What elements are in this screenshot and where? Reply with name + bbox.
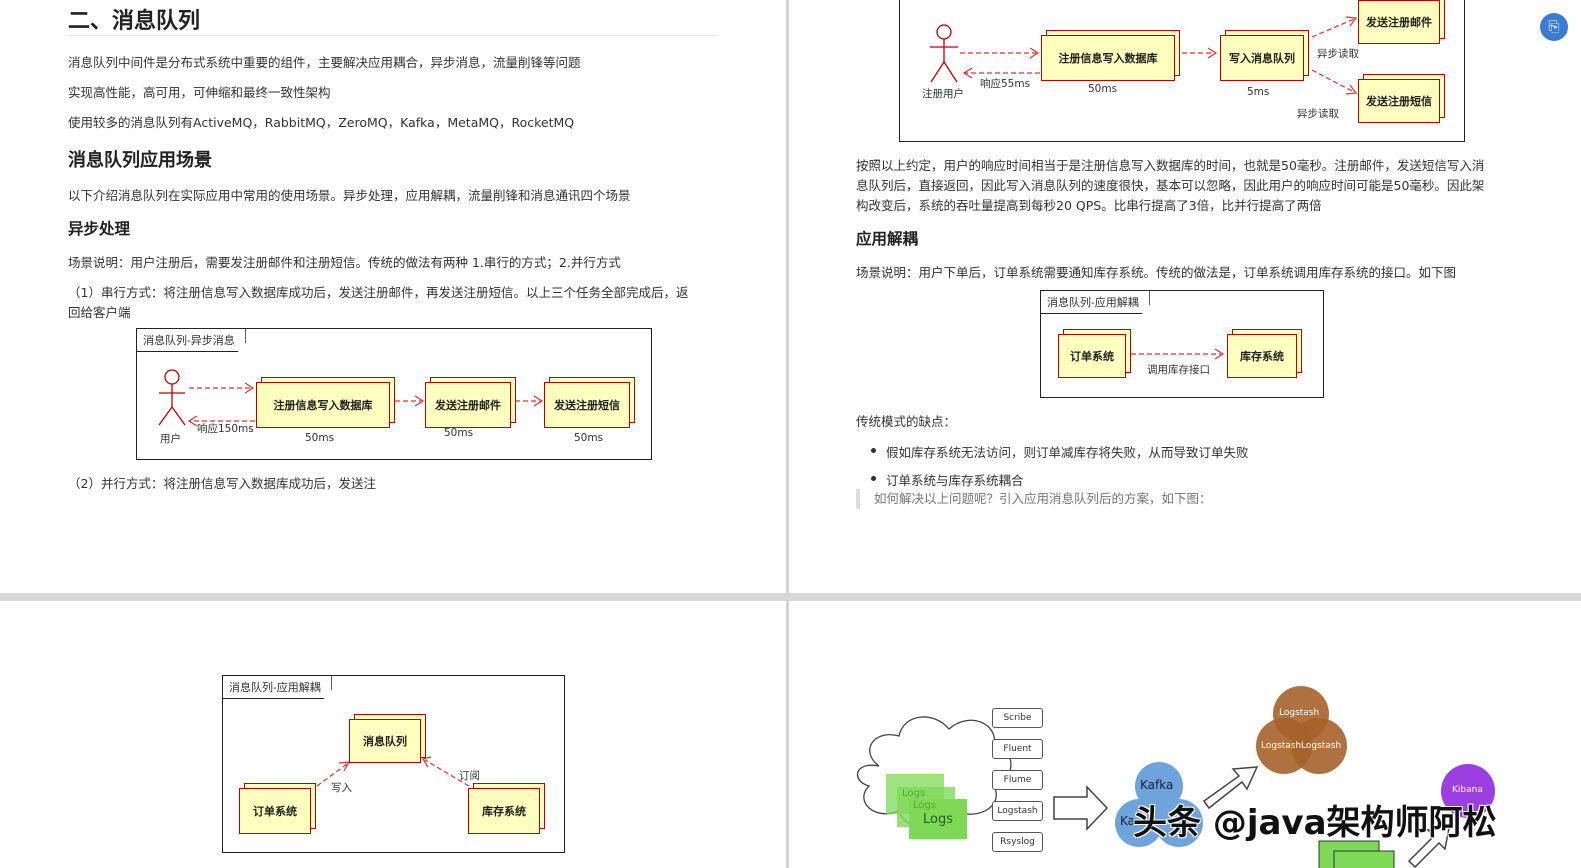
- paragraph: 息队列后，直接返回，因此写入消息队列的速度很快，基本可以忽略，因此用户的响应时间…: [856, 178, 1485, 193]
- page-gap-horizontal: [0, 593, 1581, 601]
- list-item: 假如库存系统无法访问，则订单减库存将失败，从而导致订单失败: [866, 442, 1249, 461]
- source-box: Flume: [992, 770, 1043, 790]
- logstash-label: Logstash: [1301, 741, 1342, 751]
- box-send-sms: 发送注册短信: [1358, 79, 1440, 123]
- es-card: [1333, 850, 1395, 868]
- document-page-3: 消息队列-应用解耦 消息队列 订单系统 库存系统 写入 订阅: [0, 601, 786, 868]
- blockquote: 如何解决以上问题呢？引入应用消息队列后的方案，如下图：: [856, 489, 1212, 509]
- box-write-db: 注册信息写入数据库: [256, 382, 390, 428]
- response-label: 响应150ms: [197, 423, 254, 435]
- source-box: Logstash: [992, 801, 1043, 821]
- list-item: 订单系统与库存系统耦合: [866, 470, 1249, 489]
- box-order-system: 订单系统: [1058, 334, 1126, 378]
- paragraph: 回给客户端: [68, 305, 131, 320]
- logs-label: Logs: [913, 800, 937, 811]
- box-write-mq: 写入消息队列: [1220, 35, 1304, 81]
- paragraph: 实现高性能，高可用，可伸缩和最终一致性架构: [68, 85, 331, 100]
- translate-icon[interactable]: ⎘: [1540, 13, 1568, 41]
- document-page-1: 二、消息队列 消息队列中间件是分布式系统中重要的组件，主要解决应用耦合，异步消息…: [0, 0, 786, 593]
- kibana-label: Kibana: [1452, 785, 1483, 795]
- heading-rule: [68, 35, 718, 36]
- subsection-heading: 消息队列应用场景: [68, 150, 212, 171]
- source-box: Fluent: [992, 739, 1043, 759]
- box-order-system: 订单系统: [239, 788, 311, 834]
- watermark-text: 头条 @java架构师阿松: [1133, 803, 1497, 843]
- box-send-email: 发送注册邮件: [1358, 0, 1440, 44]
- section-heading: 二、消息队列: [68, 9, 201, 34]
- subsubsection-heading: 应用解耦: [856, 230, 919, 248]
- box-send-email: 发送注册邮件: [425, 382, 511, 428]
- uml-diagram-coupling: 消息队列-应用解耦 订单系统 库存系统 调用库存接口: [1040, 290, 1324, 398]
- uml-diagram-async: 消息队列-异步消息 注册信息写入数据库 发送注册邮件 发送注册短信 用户 响应1…: [136, 328, 652, 460]
- logs-label: Logs: [923, 812, 953, 827]
- subsubsection-heading: 异步处理: [68, 220, 131, 238]
- box-send-sms: 发送注册短信: [544, 382, 630, 428]
- paragraph: 场景说明：用户注册后，需要发注册邮件和注册短信。传统的做法有两种 1.串行的方式…: [68, 255, 621, 270]
- actor-label: 注册用户: [922, 88, 964, 100]
- paragraph: 传统模式的缺点：: [856, 414, 957, 429]
- paragraph: 按照以上约定，用户的响应时间相当于是注册信息写入数据库的时间，也就是50毫秒。注…: [856, 158, 1485, 173]
- paragraph: （2）并行方式：将注册信息写入数据库成功后，发送注: [68, 476, 376, 491]
- write-label: 写入: [331, 782, 352, 794]
- time-label: 50ms: [1088, 83, 1118, 95]
- paragraph: 消息队列中间件是分布式系统中重要的组件，主要解决应用耦合，异步消息，流量削锋等问…: [68, 55, 581, 70]
- time-label: 50ms: [444, 427, 474, 439]
- time-label: 50ms: [574, 432, 604, 444]
- box-stock-system: 库存系统: [1227, 334, 1297, 378]
- paragraph: 场景说明：用户下单后，订单系统需要通知库存系统。传统的做法是，订单系统调用库存系…: [856, 265, 1457, 280]
- document-page-2: 注册信息写入数据库 写入消息队列 发送注册邮件 发送注册短信 注册用户 响应55…: [789, 0, 1581, 593]
- box-write-db: 注册信息写入数据库: [1041, 35, 1175, 81]
- source-box: Rsyslog: [992, 832, 1043, 852]
- paragraph: 使用较多的消息队列有ActiveMQ，RabbitMQ，ZeroMQ，Kafka…: [68, 115, 575, 130]
- actor-label: 用户: [160, 433, 181, 445]
- async-label: 异步读取: [1317, 48, 1359, 60]
- call-label: 调用库存接口: [1147, 364, 1210, 376]
- box-message-queue: 消息队列: [349, 719, 421, 763]
- response-label: 响应55ms: [980, 78, 1031, 90]
- box-stock-system: 库存系统: [468, 788, 540, 834]
- source-box: Scribe: [992, 708, 1043, 728]
- logs-label: Logs: [902, 788, 926, 799]
- subscribe-label: 订阅: [459, 770, 480, 782]
- uml-diagram-mq-async: 注册信息写入数据库 写入消息队列 发送注册邮件 发送注册短信 注册用户 响应55…: [899, 0, 1465, 142]
- async-label: 异步读取: [1297, 108, 1339, 120]
- paragraph: 以下介绍消息队列在实际应用中常用的使用场景。异步处理，应用解耦，流量削锋和消息通…: [68, 188, 631, 203]
- paragraph: （1）串行方式：将注册信息写入数据库成功后，发送注册邮件，再发送注册短信。以上三…: [68, 285, 689, 300]
- paragraph: 构改变后，系统的吞吐量提高到每秒20 QPS。比串行提高了3倍，比并行提高了两倍: [856, 198, 1322, 213]
- flow-arrow: [1053, 785, 1109, 831]
- time-label: 5ms: [1247, 86, 1270, 98]
- kafka-label: Kafka: [1140, 778, 1174, 792]
- logstash-label: Logstash: [1279, 708, 1320, 718]
- uml-diagram-mq-decoupling: 消息队列-应用解耦 消息队列 订单系统 库存系统 写入 订阅: [222, 675, 565, 853]
- logstash-label: Logstash: [1261, 741, 1302, 751]
- time-label: 50ms: [305, 432, 335, 444]
